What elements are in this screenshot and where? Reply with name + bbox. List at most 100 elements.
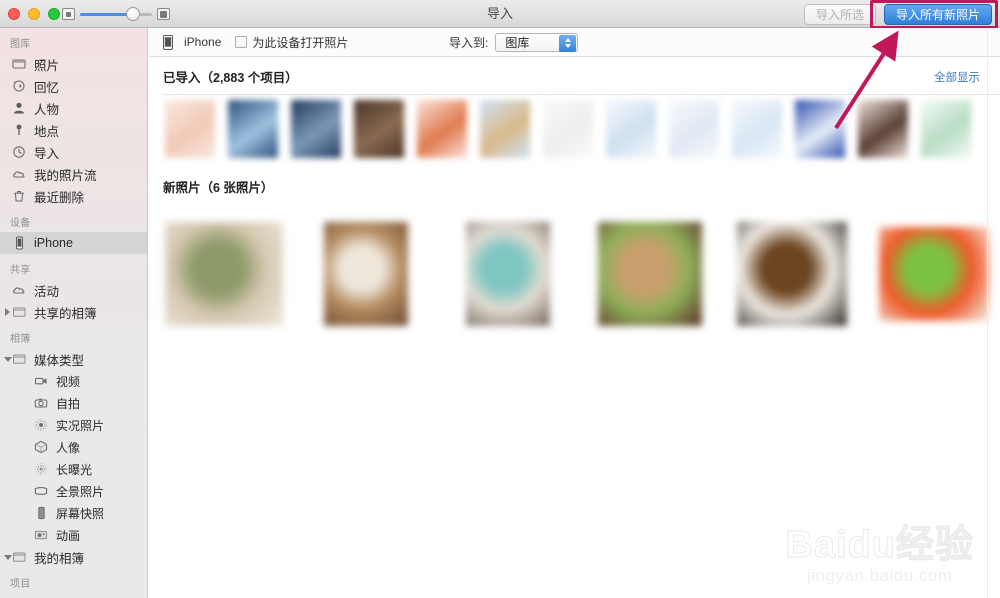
sidebar-item-label: 屏幕快照 xyxy=(56,506,105,521)
sidebar-item-label: 回忆 xyxy=(34,80,60,95)
imported-thumbnail[interactable] xyxy=(921,100,971,158)
imported-thumbnail[interactable] xyxy=(543,100,593,158)
imported-thumbnail[interactable] xyxy=(417,100,467,158)
sidebar-item-label: 自拍 xyxy=(56,396,81,411)
new-photo-thumbnail[interactable] xyxy=(598,222,702,326)
imported-thumbnail[interactable] xyxy=(354,100,404,158)
screenshot-icon xyxy=(34,506,49,520)
chevron-down-icon[interactable] xyxy=(4,554,12,560)
sidebar-item-label: 动画 xyxy=(56,528,81,543)
sidebar-item-label: 视频 xyxy=(56,374,81,389)
sidebar-item-cloud[interactable]: 活动 xyxy=(0,279,147,301)
selfie-icon xyxy=(34,396,49,410)
iphone-icon xyxy=(163,35,178,50)
album-icon xyxy=(12,352,27,366)
show-all-link[interactable]: 全部显示 xyxy=(934,69,980,85)
new-photo-cell[interactable] xyxy=(733,216,851,332)
sidebar-item-import-clock[interactable]: 导入 xyxy=(0,141,147,163)
import-all-new-button[interactable]: 导入所有新照片 xyxy=(883,4,992,25)
cloud-icon xyxy=(12,167,27,181)
sidebar-group-title: 设备 xyxy=(10,218,31,229)
sidebar-item-album[interactable]: 共享的相簿 xyxy=(0,301,147,323)
long-exposure-icon xyxy=(34,462,49,476)
toolbar-buttons: 导入所选 导入所有新照片 xyxy=(803,4,992,25)
new-photo-cell[interactable] xyxy=(307,216,425,332)
iphone-icon xyxy=(12,236,27,250)
watermark: Baidu经验 jingyan.baidu.com xyxy=(785,524,974,586)
people-icon xyxy=(12,101,27,115)
sidebar-item-live-photo[interactable]: 实况照片 xyxy=(0,414,147,436)
sidebar-item-label: 人物 xyxy=(34,102,60,117)
sidebar-item-label: 最近删除 xyxy=(34,190,85,205)
sidebar-item-places-pin[interactable]: 地点 xyxy=(0,119,147,141)
sidebar-item-people[interactable]: 人物 xyxy=(0,97,147,119)
imported-thumbnail[interactable] xyxy=(480,100,530,158)
sidebar-item-screenshot[interactable]: 屏幕快照 xyxy=(0,502,147,524)
sidebar-item-long-exposure[interactable]: 长曝光 xyxy=(0,458,147,480)
new-photo-thumbnail[interactable] xyxy=(737,222,847,326)
sidebar-item-label: iPhone xyxy=(34,236,73,250)
new-photo-thumbnail[interactable] xyxy=(324,222,408,326)
imported-thumbnail[interactable] xyxy=(732,100,782,158)
sidebar-item-video[interactable]: 视频 xyxy=(0,370,147,392)
new-photo-cell[interactable] xyxy=(591,216,709,332)
sidebar-item-photos[interactable]: 照片 xyxy=(0,53,147,75)
new-photos-section-title: 新照片（6 张照片） xyxy=(163,181,274,195)
photos-icon xyxy=(12,57,27,71)
destination-select[interactable]: 图库 xyxy=(495,32,579,52)
imported-thumbnail[interactable] xyxy=(291,100,341,158)
sidebar-item-portrait[interactable]: 人像 xyxy=(0,436,147,458)
imported-thumbnail[interactable] xyxy=(858,100,908,158)
chevron-down-icon[interactable] xyxy=(4,356,12,362)
sidebar-item-label: 实况照片 xyxy=(56,418,105,433)
watermark-logo: Baidu经验 xyxy=(785,524,974,567)
import-clock-icon xyxy=(12,145,27,159)
video-icon xyxy=(34,374,49,388)
destination-group: 导入到: 图库 xyxy=(449,32,579,52)
sidebar-group-title: 图库 xyxy=(10,39,31,50)
sidebar-item-label: 地点 xyxy=(34,124,60,139)
sidebar-item-label: 照片 xyxy=(34,58,60,73)
open-photos-checkbox-group[interactable]: 为此设备打开照片 xyxy=(235,34,348,51)
sidebar-item-selfie[interactable]: 自拍 xyxy=(0,392,147,414)
panorama-icon xyxy=(34,484,49,498)
sidebar-item-label: 我的项目 xyxy=(34,595,84,598)
content-right-rule xyxy=(987,28,988,598)
sidebar-item-iphone[interactable]: iPhone xyxy=(0,232,147,254)
trash-icon xyxy=(12,189,27,203)
new-photo-thumbnail[interactable] xyxy=(879,227,989,321)
new-photos-section-header: 新照片（6 张照片） xyxy=(149,167,1000,204)
sidebar-item-label: 我的照片流 xyxy=(34,168,97,183)
imported-thumbnail[interactable] xyxy=(165,100,215,158)
cloud-icon xyxy=(12,283,27,297)
sidebar-group-title: 共享 xyxy=(10,265,31,276)
import-bar: iPhone 为此设备打开照片 导入到: 图库 xyxy=(149,28,1000,57)
imported-thumbnail[interactable] xyxy=(228,100,278,158)
open-photos-checkbox[interactable] xyxy=(235,36,248,48)
new-photo-thumbnail[interactable] xyxy=(466,222,550,326)
live-photo-icon xyxy=(34,418,49,432)
sidebar-item-cloud[interactable]: 我的照片流 xyxy=(0,163,147,185)
sidebar-item-album[interactable]: 媒体类型 xyxy=(0,348,147,370)
chevron-right-icon[interactable] xyxy=(5,308,10,316)
imported-thumbnail[interactable] xyxy=(795,100,845,158)
sidebar-item-animation[interactable]: 动画 xyxy=(0,524,147,546)
main-content: iPhone 为此设备打开照片 导入到: 图库 已导入（2,883 个项目） 全… xyxy=(149,28,1000,598)
new-photo-cell[interactable] xyxy=(875,216,993,332)
portrait-icon xyxy=(34,440,49,454)
sidebar-group-title: 项目 xyxy=(10,579,31,590)
sidebar-item-memories[interactable]: 回忆 xyxy=(0,75,147,97)
sidebar-item-album[interactable]: 我的项目 xyxy=(0,593,147,598)
import-selected-button[interactable]: 导入所选 xyxy=(803,4,876,25)
new-photo-cell[interactable] xyxy=(449,216,567,332)
album-icon xyxy=(12,305,27,319)
new-photo-cell[interactable] xyxy=(165,216,283,332)
sidebar-item-label: 共享的相簿 xyxy=(34,306,97,321)
sidebar-item-album[interactable]: 我的相簿 xyxy=(0,546,147,568)
sidebar-item-trash[interactable]: 最近删除 xyxy=(0,185,147,207)
imported-thumbnail[interactable] xyxy=(669,100,719,158)
sidebar-item-label: 活动 xyxy=(34,284,60,299)
imported-thumbnail[interactable] xyxy=(606,100,656,158)
sidebar-item-panorama[interactable]: 全景照片 xyxy=(0,480,147,502)
new-photo-thumbnail[interactable] xyxy=(165,222,283,326)
